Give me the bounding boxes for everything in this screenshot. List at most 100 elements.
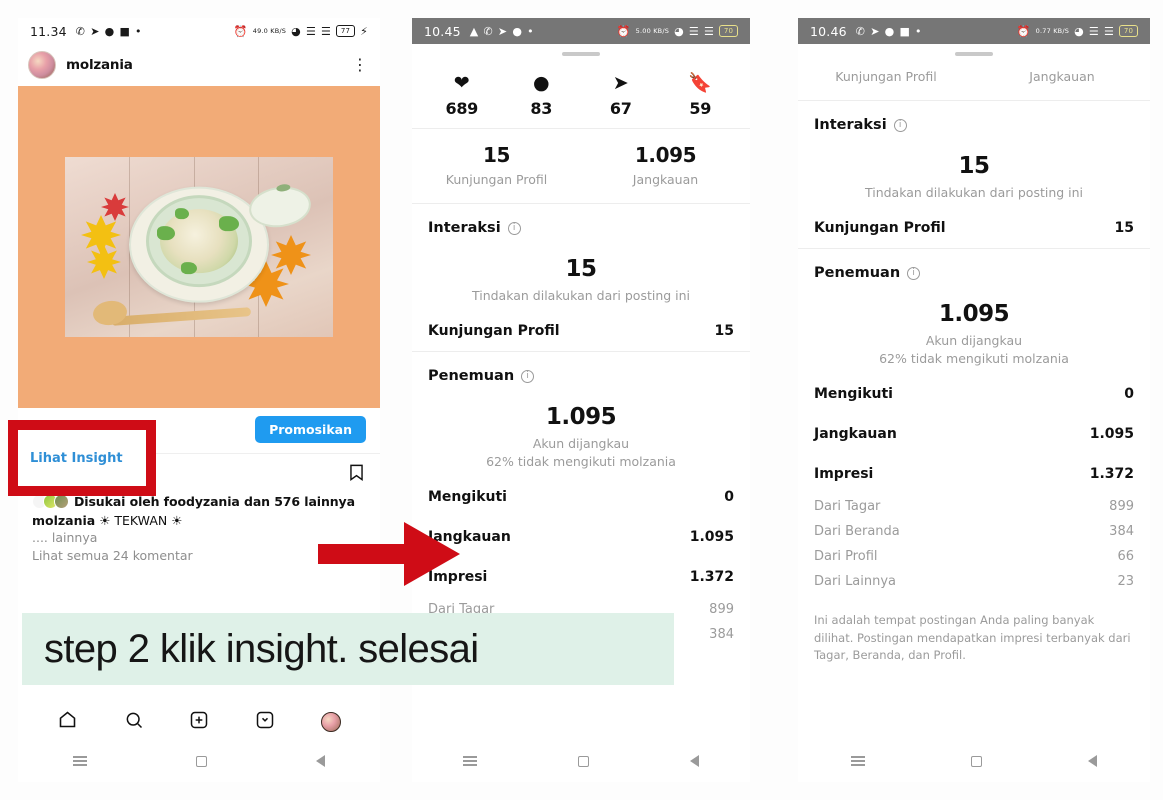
phone-icon: ● <box>104 24 115 38</box>
avatar[interactable] <box>28 51 56 79</box>
engagement-comments: ● 83 <box>502 74 582 119</box>
dot-icon: • <box>915 24 922 38</box>
post-header: molzania ⋮ <box>18 44 380 86</box>
recents-icon[interactable] <box>851 756 865 766</box>
caption-text: ☀ TEKWAN ☀ <box>99 513 183 528</box>
summary-profile-visits: 15 Kunjungan Profil <box>412 143 581 187</box>
post-image[interactable] <box>18 86 380 408</box>
tab-jangkauan[interactable]: Jangkauan <box>974 64 1150 84</box>
sheet-grabber[interactable] <box>562 52 600 56</box>
reels-icon[interactable] <box>255 710 275 734</box>
table-row: Kunjungan Profil 15 <box>412 311 750 351</box>
wifi-icon: ◕ <box>674 24 684 38</box>
alarm-icon: ⏰ <box>616 24 631 38</box>
post-username[interactable]: molzania <box>66 57 342 73</box>
likes-text[interactable]: Disukai oleh foodyzania dan 576 lainnya <box>74 494 355 509</box>
row-label: Dari Lainnya <box>814 574 897 590</box>
recents-icon[interactable] <box>72 756 87 766</box>
row-label: Dari Profil <box>814 549 878 565</box>
phone-icon: ● <box>512 24 523 38</box>
data-rate: 0.77 KB/S <box>1035 26 1070 35</box>
label: Kunjungan Profil <box>835 69 937 84</box>
row-value: 899 <box>1109 499 1134 515</box>
signal-icon-2: ☰ <box>321 24 332 38</box>
subtitle: Tindakan dilakukan dari posting ini <box>471 288 691 303</box>
row-value: 1.372 <box>1089 466 1134 483</box>
subtitle-line1: Akun dijangkau <box>925 333 1023 349</box>
row-label: Mengikuti <box>428 489 507 506</box>
caption-username[interactable]: molzania <box>32 513 95 528</box>
banner-text: step 2 klik insight. selesai <box>44 626 479 671</box>
back-button-icon[interactable] <box>316 755 326 767</box>
value: 1.095 <box>634 143 697 167</box>
status-bar-phone3: 10.46 ✆ ➤ ● ■ • ⏰ 0.77 KB/S ◕ ☰ ☰ 70 <box>798 18 1150 44</box>
penemuan-big-stat: 1.095 Akun dijangkau 62% tidak mengikuti… <box>412 390 750 477</box>
more-vertical-icon[interactable]: ⋮ <box>352 57 368 73</box>
label: Jangkauan <box>632 172 699 187</box>
label: Penemuan <box>814 265 901 282</box>
section-title-interaksi: Interaksi i <box>412 204 750 242</box>
table-row: Impresi 1.372 <box>798 454 1150 494</box>
home-button-icon[interactable] <box>577 755 589 767</box>
whatsapp-icon: ✆ <box>75 24 86 38</box>
telegram-icon: ➤ <box>90 24 100 38</box>
charging-icon: ⚡ <box>360 24 368 38</box>
home-button-icon[interactable] <box>971 755 982 767</box>
warning-icon: ▲ <box>469 24 479 38</box>
battery-icon: 70 <box>1119 25 1138 37</box>
label: Jangkauan <box>1029 69 1095 84</box>
bookmark-icon[interactable] <box>347 463 366 486</box>
whatsapp-icon: ✆ <box>483 24 493 38</box>
shares-count: 67 <box>609 99 632 118</box>
dot-icon: • <box>527 24 534 38</box>
home-button-icon[interactable] <box>195 755 207 767</box>
value: 15 <box>482 143 511 167</box>
info-icon[interactable]: i <box>893 118 907 132</box>
back-button-icon[interactable] <box>690 755 700 767</box>
row-value: 15 <box>1114 220 1134 237</box>
search-icon[interactable] <box>124 710 144 734</box>
comments-count: 83 <box>530 99 553 118</box>
status-bar-phone2: 10.45 ▲ ✆ ➤ ● • ⏰ 5.00 KB/S ◕ ☰ ☰ 70 <box>412 18 750 44</box>
row-value: 1.372 <box>689 569 734 586</box>
subtitle-line2: 62% tidak mengikuti molzania <box>486 454 676 470</box>
row-label: Mengikuti <box>814 386 893 403</box>
android-nav-bar-phone1 <box>18 740 380 782</box>
row-value: 15 <box>714 323 734 340</box>
row-value: 1.095 <box>1089 426 1134 443</box>
table-row: Jangkauan 1.095 <box>412 517 750 557</box>
row-label: Kunjungan Profil <box>428 323 560 340</box>
app-icon: ■ <box>119 24 131 38</box>
table-row: Mengikuti 0 <box>798 374 1150 414</box>
info-icon[interactable]: i <box>907 266 921 280</box>
row-label: Kunjungan Profil <box>814 220 946 237</box>
share-icon: ➤ <box>612 72 629 94</box>
row-label: Impresi <box>814 466 874 483</box>
signal-icon-2: ☰ <box>703 24 714 38</box>
interaksi-big-stat: 15 Tindakan dilakukan dari posting ini <box>798 139 1150 208</box>
wifi-icon: ◕ <box>1074 24 1084 38</box>
food-photo <box>65 157 333 337</box>
android-nav-bar-phone3 <box>798 740 1150 782</box>
table-row: Dari Beranda 384 <box>798 519 1150 544</box>
likes-count: 689 <box>445 99 479 118</box>
bowl <box>146 195 252 288</box>
recents-icon[interactable] <box>462 756 477 766</box>
table-row: Jangkauan 1.095 <box>798 414 1150 454</box>
info-icon[interactable]: i <box>507 221 521 235</box>
home-icon[interactable] <box>57 709 78 734</box>
label: Interaksi <box>814 117 887 133</box>
info-icon[interactable]: i <box>521 369 535 383</box>
row-value: 0 <box>1124 386 1134 403</box>
table-row: Mengikuti 0 <box>412 477 750 517</box>
sheet-grabber[interactable] <box>955 52 993 56</box>
add-post-icon[interactable] <box>189 710 209 734</box>
promote-button[interactable]: Promosikan <box>255 416 366 443</box>
label: Kunjungan Profil <box>445 172 548 187</box>
row-value: 384 <box>1109 524 1134 540</box>
engagement-shares: ➤ 67 <box>581 72 661 119</box>
wooden-spoon <box>110 307 252 326</box>
profile-avatar[interactable] <box>321 711 342 732</box>
back-button-icon[interactable] <box>1088 755 1097 767</box>
tab-kunjungan-profil[interactable]: Kunjungan Profil <box>798 64 974 84</box>
